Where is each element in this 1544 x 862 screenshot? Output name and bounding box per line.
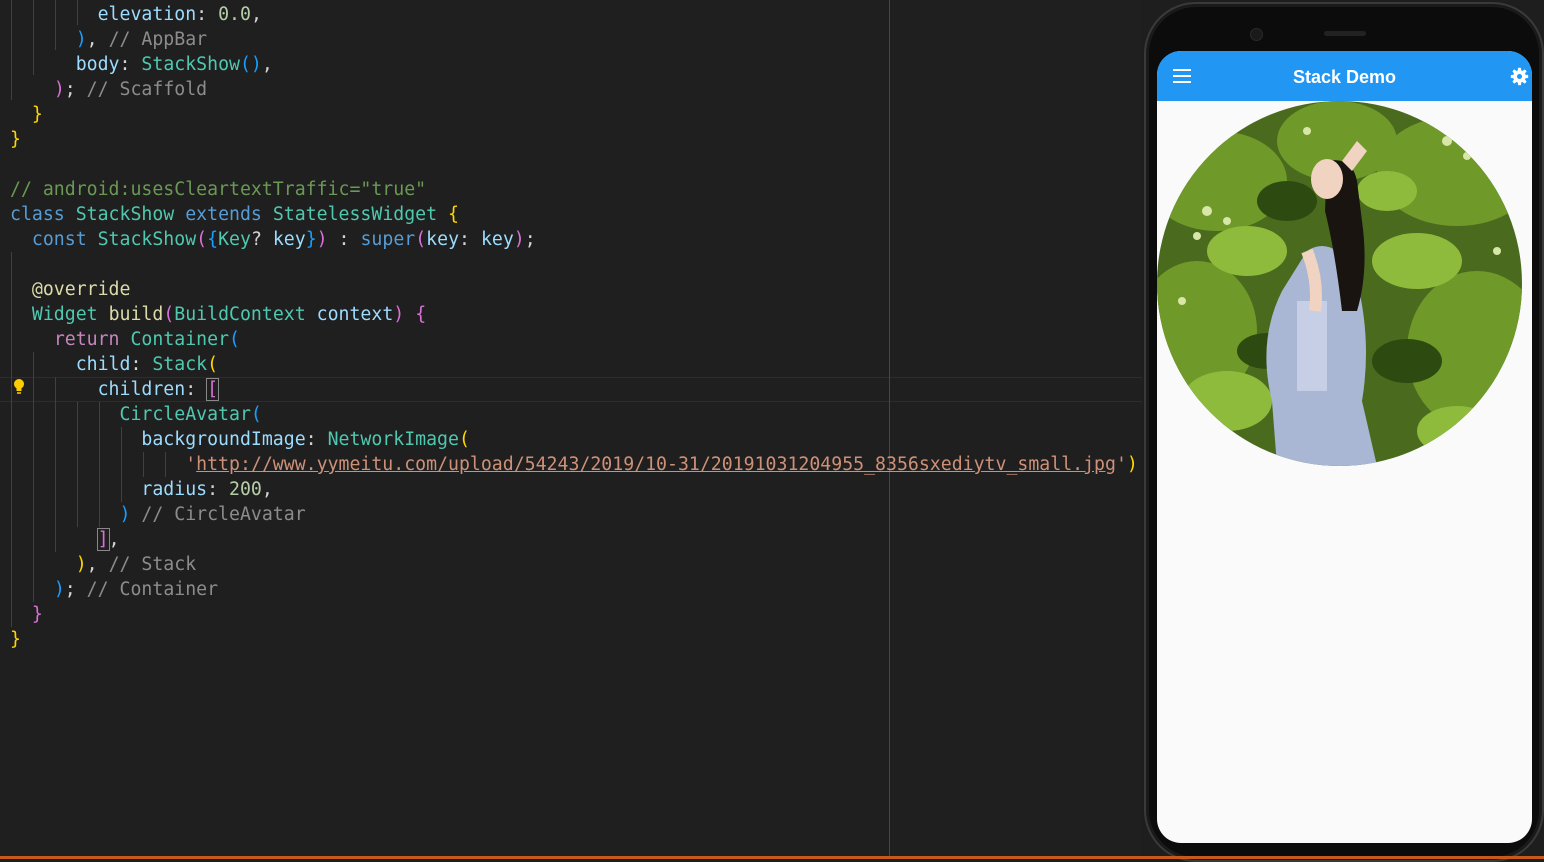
code-line: ); // Container	[53, 579, 219, 600]
editor-ruler	[889, 0, 890, 856]
image-url-link[interactable]: http://www.yymeitu.com/upload/54243/2019…	[196, 454, 1116, 475]
code-line: @override	[31, 279, 131, 300]
code-line: // android:usesCleartextTraffic="true"	[10, 179, 427, 200]
code-line: backgroundImage: NetworkImage(	[141, 429, 470, 450]
settings-icon[interactable]	[1510, 67, 1529, 86]
code-line: CircleAvatar(	[119, 404, 262, 425]
code-line: elevation: 0.0,	[97, 4, 262, 25]
code-line: class StackShow extends StatelessWidget …	[10, 204, 459, 225]
code-line: return Container(	[53, 329, 240, 350]
code-line: const StackShow({Key? key}) : super(key:…	[31, 229, 536, 250]
circle-avatar	[1157, 101, 1522, 466]
speaker-grille	[1324, 31, 1366, 36]
code-line: child: Stack(	[75, 354, 219, 375]
app-bar: Stack Demo	[1157, 51, 1532, 101]
code-line: 'http://www.yymeitu.com/upload/54243/201…	[185, 454, 1138, 475]
lightbulb-icon[interactable]	[13, 378, 25, 398]
code-line: }	[10, 629, 21, 650]
code-line: ), // AppBar	[75, 29, 208, 50]
code-line: Widget build(BuildContext context) {	[31, 304, 427, 325]
code-line: ); // Scaffold	[53, 79, 208, 100]
app-title: Stack Demo	[1292, 67, 1397, 87]
code-line: ), // Stack	[75, 554, 197, 575]
code-editor[interactable]: elevation: 0.0, ), // AppBar body: Stack…	[0, 0, 1142, 859]
code-line: radius: 200,	[141, 479, 273, 500]
code-line: }	[31, 104, 43, 125]
code-line: }	[31, 604, 43, 625]
avatar-photo	[1157, 101, 1522, 466]
code-line: ) // CircleAvatar	[119, 504, 306, 525]
code-line: body: StackShow(),	[75, 54, 273, 75]
phone-emulator: Stack Demo	[1144, 2, 1544, 862]
phone-screen[interactable]: Stack Demo	[1157, 51, 1532, 843]
code-line: }	[10, 129, 21, 150]
code-line-current: children: [	[97, 378, 220, 401]
code-line: ],	[96, 528, 120, 551]
camera-icon	[1250, 28, 1263, 41]
